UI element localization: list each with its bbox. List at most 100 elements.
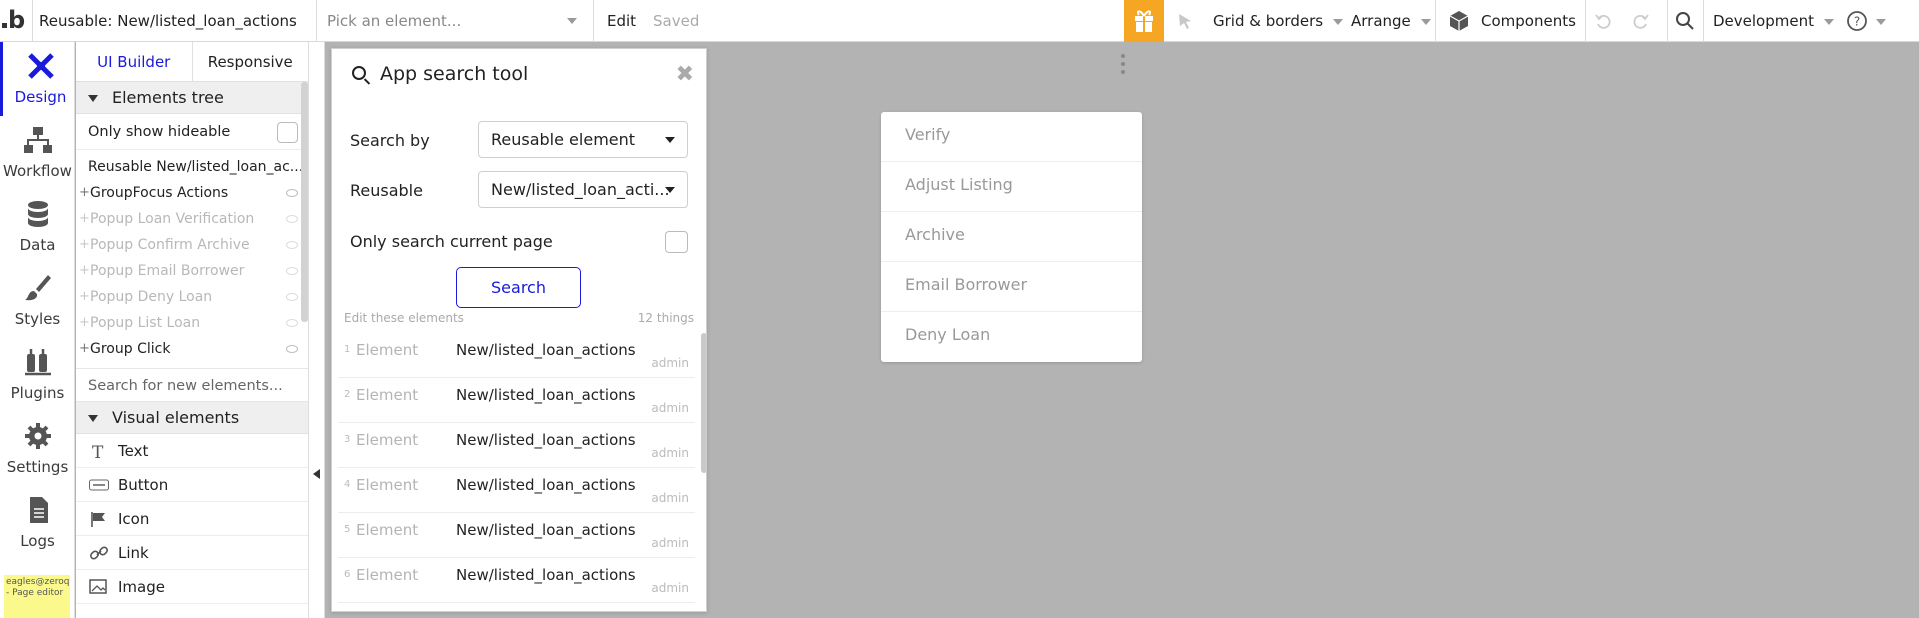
help-button[interactable]: ? [1844,0,1870,42]
visual-element-image[interactable]: Image [76,570,308,604]
close-icon[interactable]: ✖ [676,62,694,87]
eye-icon[interactable] [286,345,298,353]
menu-item-deny-loan[interactable]: Deny Loan [881,312,1142,362]
results-scrollbar[interactable] [701,333,706,473]
search-button[interactable]: Search [456,267,581,308]
menu-item-verify[interactable]: Verify [881,112,1142,162]
only-hideable-row: Only show hideable [76,114,308,150]
gift-button[interactable] [1124,0,1164,42]
visual-element-label: Image [118,578,165,596]
search-result-row[interactable]: 1 Element New/listed_loan_actions admin [338,333,695,378]
reusable-actions-menu[interactable]: Verify Adjust Listing Archive Email Borr… [881,112,1142,362]
chevron-down-icon [1420,18,1431,25]
plus-icon[interactable]: + [79,310,90,336]
visual-element-button[interactable]: Button [76,468,308,502]
collapse-left-icon[interactable] [313,469,320,479]
result-value: New/listed_loan_actions [456,386,636,404]
grid-borders-dropdown[interactable]: Grid & borders [1213,0,1344,42]
plus-icon[interactable]: + [79,180,90,206]
reusable-select[interactable]: New/listed_loan_acti... [478,171,688,208]
nav-settings[interactable]: Settings [0,412,75,486]
search-result-row[interactable]: 5 Element New/listed_loan_actions admin [338,513,695,558]
search-result-row[interactable]: 4 Element New/listed_loan_actions admin [338,468,695,513]
toolbar-divider [1435,0,1436,42]
page-selector-dropdown[interactable]: Reusable: New/listed_loan_actions [39,0,309,67]
tree-item-popup-deny-loan[interactable]: + Popup Deny Loan [76,284,308,310]
eye-icon[interactable] [286,293,298,301]
plus-icon[interactable]: + [79,284,90,310]
edit-these-elements-link[interactable]: Edit these elements [344,311,464,325]
help-dropdown[interactable] [1876,0,1886,42]
eye-icon[interactable] [286,215,298,223]
only-hideable-checkbox[interactable] [277,122,298,143]
plus-icon[interactable]: + [79,232,90,258]
panel-scrollbar[interactable] [301,82,308,322]
toolbar-divider [1585,0,1586,42]
undo-button[interactable] [1590,0,1616,42]
search-new-elements-input[interactable]: Search for new elements... [76,368,308,402]
redo-button[interactable] [1628,0,1654,42]
nav-data[interactable]: Data [0,190,75,264]
tab-ui-builder[interactable]: UI Builder [76,42,193,81]
tree-item-group-click[interactable]: + Group Click [76,336,308,362]
visual-element-text[interactable]: T Text [76,434,308,468]
visual-elements-header[interactable]: Visual elements [76,402,308,434]
bubble-logo[interactable]: b [2,6,30,36]
tab-responsive[interactable]: Responsive [193,42,309,81]
visual-element-link[interactable]: Link [76,536,308,570]
selector-arrow-button[interactable] [1172,0,1198,42]
search-result-row[interactable]: 6 Element New/listed_loan_actions admin [338,558,695,603]
nav-styles[interactable]: Styles [0,264,75,338]
menu-item-adjust-listing[interactable]: Adjust Listing [881,162,1142,212]
nav-data-label: Data [19,236,56,254]
search-button[interactable] [1670,0,1700,42]
result-value: New/listed_loan_actions [456,521,636,539]
tree-item-popup-email-borrower[interactable]: + Popup Email Borrower [76,258,308,284]
search-by-select[interactable]: Reusable element [478,121,688,158]
nav-logs[interactable]: Logs [0,486,75,560]
saved-status: Saved [653,12,700,30]
nav-design[interactable]: Design [0,42,75,116]
nav-workflow[interactable]: Workflow [0,116,75,190]
tree-item-popup-confirm-archive[interactable]: + Popup Confirm Archive [76,232,308,258]
tree-item-label: Popup List Loan [90,315,201,331]
nav-plugins[interactable]: Plugins [0,338,75,412]
page-selector-label: Reusable: New/listed_loan_actions [39,12,297,30]
chevron-down-icon [1333,18,1344,25]
tree-item-popup-loan-verification[interactable]: + Popup Loan Verification [76,206,308,232]
menu-item-archive[interactable]: Archive [881,212,1142,262]
app-search-tool-dialog: App search tool ✖ Search by Reusable ele… [331,48,707,612]
only-hideable-label: Only show hideable [88,124,231,140]
tree-item-popup-list-loan[interactable]: + Popup List Loan [76,310,308,336]
tree-item-label: Popup Deny Loan [90,289,213,305]
tree-item-groupfocus[interactable]: + GroupFocus Actions [76,180,308,206]
plus-icon[interactable]: + [79,258,90,284]
element-picker-dropdown[interactable]: Pick an element... [327,0,577,42]
result-kind: Element [356,566,419,584]
tree-item-label: Reusable New/listed_loan_ac... [88,159,304,175]
plus-icon[interactable]: + [79,336,90,362]
left-navigation: Design Workflow Data Styles Plugins Sett… [0,42,75,618]
eye-icon[interactable] [286,267,298,275]
only-current-page-checkbox[interactable] [665,231,688,253]
elements-tree-label: Elements tree [112,88,224,107]
elements-tree-header[interactable]: Elements tree [76,82,308,114]
edit-mode-button[interactable]: Edit [607,0,636,42]
plus-icon[interactable]: + [79,206,90,232]
eye-icon[interactable] [286,241,298,249]
environment-dropdown[interactable]: Development [1713,0,1834,42]
visual-element-icon[interactable]: Icon [76,502,308,536]
menu-item-email-borrower[interactable]: Email Borrower [881,262,1142,312]
search-result-row[interactable]: 3 Element New/listed_loan_actions admin [338,423,695,468]
components-button[interactable]: Components [1481,0,1576,42]
tree-item-reusable[interactable]: Reusable New/listed_loan_ac... [76,154,308,180]
collapse-panel-strip[interactable] [309,42,325,618]
components-cube-button[interactable] [1444,0,1474,42]
arrange-dropdown[interactable]: Arrange [1351,0,1431,42]
eye-icon[interactable] [286,189,298,197]
canvas-handle-dots[interactable] [1121,54,1125,78]
eye-icon[interactable] [286,319,298,327]
styles-icon [25,275,51,301]
result-kind: Element [356,386,419,404]
search-result-row[interactable]: 2 Element New/listed_loan_actions admin [338,378,695,423]
